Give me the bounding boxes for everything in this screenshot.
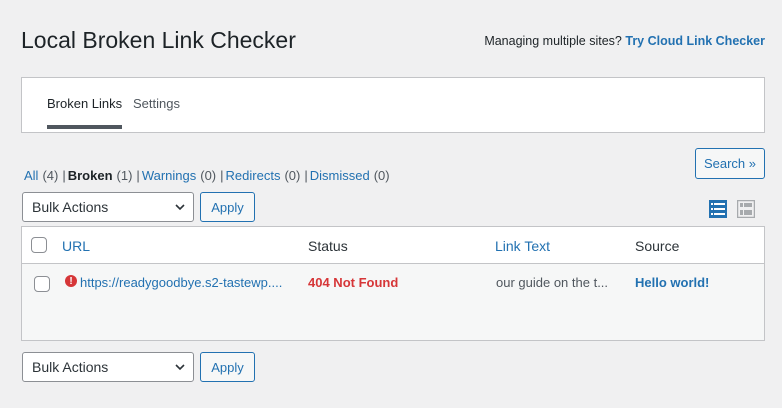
column-source: Source: [635, 238, 680, 254]
table-header: URL Status Link Text Source: [22, 227, 764, 264]
page-title: Local Broken Link Checker: [21, 27, 296, 53]
filter-dismissed[interactable]: Dismissed: [310, 168, 370, 183]
search-button[interactable]: Search »: [695, 148, 765, 179]
broken-links-table: URL Status Link Text Source ! https://re…: [21, 226, 765, 341]
list-view-icon[interactable]: [709, 200, 727, 218]
tabs-panel: Broken Links Settings: [21, 77, 765, 133]
status-filters: All (4) | Broken (1) | Warnings (0) | Redirects (0…: [24, 168, 390, 183]
filter-all-count: (4): [42, 168, 59, 183]
filter-warnings[interactable]: Warnings: [142, 168, 196, 183]
filter-separator: |: [304, 168, 308, 183]
filter-warnings-count: (0): [200, 168, 217, 183]
filter-separator: |: [220, 168, 224, 183]
filter-redirects-count: (0): [284, 168, 301, 183]
bulk-actions-select-top[interactable]: Bulk Actions: [22, 192, 194, 222]
filter-dismissed-count: (0): [373, 168, 390, 183]
filter-redirects[interactable]: Redirects: [226, 168, 281, 183]
tab-settings[interactable]: Settings: [133, 96, 180, 129]
row-link-text: our guide on the t...: [496, 275, 609, 290]
chevron-down-icon: [175, 204, 185, 211]
bulk-actions-selected: Bulk Actions: [32, 199, 109, 215]
filter-separator: |: [62, 168, 66, 183]
column-status: Status: [308, 238, 348, 254]
row-source-link[interactable]: Hello world!: [635, 275, 709, 290]
error-circle-icon: !: [65, 275, 77, 287]
tab-broken-links[interactable]: Broken Links: [47, 96, 123, 129]
apply-button-bottom[interactable]: Apply: [200, 352, 255, 382]
filter-all[interactable]: All: [24, 168, 38, 183]
select-all-checkbox[interactable]: [31, 237, 47, 253]
cloud-link-checker-link[interactable]: Try Cloud Link Checker: [625, 34, 765, 48]
row-url-link[interactable]: https://readygoodbye.s2-tastewp....: [80, 275, 282, 290]
bulk-actions-selected: Bulk Actions: [32, 359, 109, 375]
cloud-promo: Managing multiple sites? Try Cloud Link …: [484, 34, 765, 48]
excerpt-view-icon[interactable]: [737, 200, 755, 218]
filter-broken[interactable]: Broken: [68, 168, 113, 183]
row-checkbox[interactable]: [34, 276, 50, 292]
table-row: ! https://readygoodbye.s2-tastewp.... 40…: [22, 264, 764, 340]
chevron-down-icon: [175, 364, 185, 371]
row-status: 404 Not Found: [308, 275, 399, 290]
filter-separator: |: [136, 168, 140, 183]
promo-text: Managing multiple sites?: [484, 34, 622, 48]
apply-button-top[interactable]: Apply: [200, 192, 255, 222]
column-url[interactable]: URL: [62, 238, 90, 254]
filter-broken-count: (1): [116, 168, 133, 183]
bulk-actions-select-bottom[interactable]: Bulk Actions: [22, 352, 194, 382]
column-link-text[interactable]: Link Text: [495, 238, 550, 254]
